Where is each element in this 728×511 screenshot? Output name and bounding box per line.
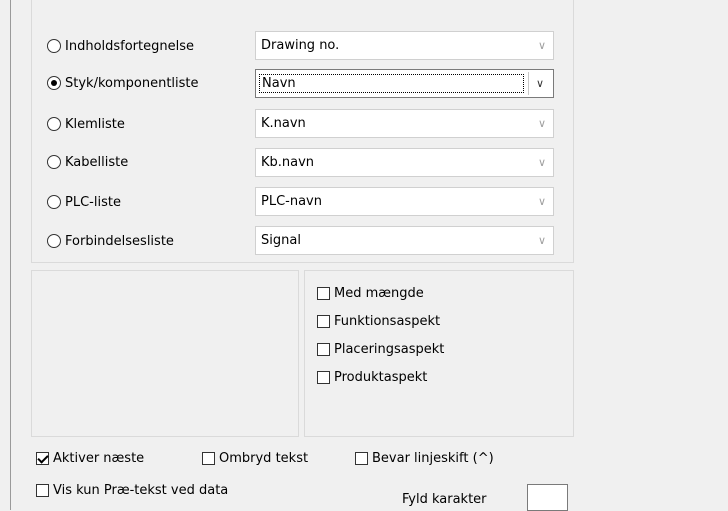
empty-group-panel: [31, 270, 299, 437]
chevron-down-icon[interactable]: ∨: [528, 72, 551, 95]
radio-kabelliste[interactable]: Kabelliste: [47, 151, 247, 173]
checkbox-label: Produktaspekt: [334, 369, 428, 385]
checkbox[interactable]: [36, 483, 49, 497]
checkbox-produktaspekt[interactable]: Produktaspekt: [317, 367, 444, 387]
radio-button[interactable]: [47, 195, 61, 209]
combo-value: PLC-navn: [261, 194, 322, 209]
checkbox-label: Aktiver næste: [53, 450, 145, 466]
combo-plc-liste[interactable]: PLC-navn ∨: [255, 187, 554, 216]
checkbox-label: Ombryd tekst: [219, 450, 309, 466]
checkbox-vis-kun-prae-tekst[interactable]: Vis kun Præ-tekst ved data: [36, 480, 228, 500]
checkbox-label: Placeringsaspekt: [334, 341, 445, 357]
checkbox-label: Vis kun Præ-tekst ved data: [53, 482, 229, 498]
radio-plc-liste[interactable]: PLC-liste: [47, 191, 247, 213]
radio-label: Indholdsfortegnelse: [65, 38, 194, 54]
checkbox-med-maengde[interactable]: Med mængde: [317, 283, 444, 303]
radio-forbindelsesliste[interactable]: Forbindelsesliste: [47, 230, 247, 252]
checkbox-label: Med mængde: [334, 285, 424, 301]
checkbox-placeringsaspekt[interactable]: Placeringsaspekt: [317, 339, 444, 359]
radio-label: Klemliste: [65, 116, 125, 132]
fyld-karakter-input[interactable]: [527, 484, 568, 511]
radio-button[interactable]: [47, 39, 61, 53]
combo-value: Drawing no.: [261, 38, 340, 53]
fyld-karakter-label: Fyld karakter: [402, 492, 487, 507]
combo-styk-komponentliste[interactable]: Navn ∨: [255, 69, 554, 98]
checkbox-label: Bevar linjeskift (^): [372, 450, 494, 466]
checkbox-aktiver-naeste[interactable]: Aktiver næste: [36, 448, 144, 468]
chevron-down-icon[interactable]: ∨: [531, 227, 553, 254]
radio-styk-komponentliste[interactable]: Styk/komponentliste: [47, 72, 247, 94]
window-left-border: [10, 0, 11, 510]
radio-klemliste[interactable]: Klemliste: [47, 113, 247, 135]
checkbox-ombryd-tekst[interactable]: Ombryd tekst: [202, 448, 308, 468]
radio-label: PLC-liste: [65, 194, 121, 210]
checkbox[interactable]: [317, 314, 330, 328]
chevron-down-icon[interactable]: ∨: [531, 188, 553, 215]
radio-button[interactable]: [47, 117, 61, 131]
aspects-list: Med mængde Funktionsaspekt Placeringsasp…: [317, 283, 444, 387]
chevron-down-icon[interactable]: ∨: [531, 149, 553, 176]
combo-value: Kb.navn: [261, 155, 315, 170]
checkbox-label: Funktionsaspekt: [334, 313, 441, 329]
radio-button[interactable]: [47, 234, 61, 248]
radio-label: Forbindelsesliste: [65, 233, 174, 249]
checkbox[interactable]: [317, 286, 330, 300]
checkbox[interactable]: [317, 342, 330, 356]
radio-indholdsfortegnelse[interactable]: Indholdsfortegnelse: [47, 35, 247, 57]
combo-value: Navn: [259, 74, 524, 93]
combo-indholdsfortegnelse[interactable]: Drawing no. ∨: [255, 31, 554, 60]
checkbox-funktionsaspekt[interactable]: Funktionsaspekt: [317, 311, 444, 331]
checkbox-bevar-linjeskift[interactable]: Bevar linjeskift (^): [355, 448, 494, 468]
radio-button[interactable]: [47, 76, 61, 90]
checkbox[interactable]: [202, 451, 215, 465]
combo-klemliste[interactable]: K.navn ∨: [255, 109, 554, 138]
chevron-down-icon[interactable]: ∨: [531, 32, 553, 59]
checkbox[interactable]: [355, 451, 368, 465]
checkbox[interactable]: [317, 370, 330, 384]
radio-label: Styk/komponentliste: [65, 75, 199, 91]
combo-value: Signal: [261, 233, 301, 248]
radio-label: Kabelliste: [65, 154, 129, 170]
chevron-down-icon[interactable]: ∨: [531, 110, 553, 137]
radio-button[interactable]: [47, 155, 61, 169]
checkbox[interactable]: [36, 451, 49, 465]
combo-kabelliste[interactable]: Kb.navn ∨: [255, 148, 554, 177]
combo-forbindelsesliste[interactable]: Signal ∨: [255, 226, 554, 255]
combo-value: K.navn: [261, 116, 306, 131]
